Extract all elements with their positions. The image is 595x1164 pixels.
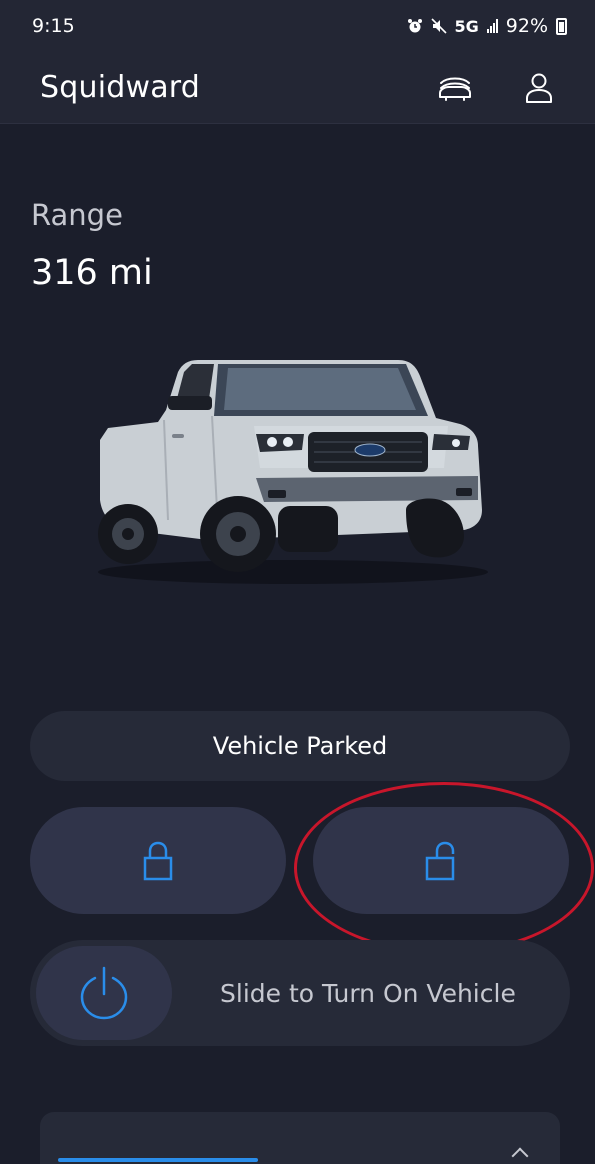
location-card[interactable] — [40, 1112, 560, 1164]
status-bar: 9:15 5G 92% — [0, 0, 595, 52]
alarm-icon — [407, 19, 422, 33]
highlight-circle — [294, 782, 594, 954]
remote-start-slider[interactable]: Slide to Turn On Vehicle — [30, 940, 570, 1046]
chevron-icon — [511, 1147, 529, 1164]
network-type: 5G — [454, 16, 479, 36]
account-icon[interactable] — [521, 70, 557, 106]
location-card-heading-bar — [58, 1158, 258, 1162]
status-indicators: 5G 92% — [407, 15, 567, 37]
mute-icon — [430, 18, 447, 34]
header-actions — [437, 70, 557, 106]
remote-start-label: Slide to Turn On Vehicle — [220, 978, 516, 1008]
battery-icon — [556, 17, 567, 35]
range-value: 316 mi — [31, 253, 153, 293]
vehicle-name: Squidward — [40, 70, 201, 105]
power-icon — [80, 966, 128, 1020]
app-screen: 9:15 5G 92% Squidward Range 316 mi Vehic… — [0, 0, 595, 1164]
lock-button[interactable] — [30, 807, 286, 914]
vehicle-image — [98, 360, 488, 584]
vehicle-status-text: Vehicle Parked — [212, 732, 388, 760]
remote-start-slider-handle[interactable] — [36, 946, 172, 1040]
status-time: 9:15 — [32, 15, 75, 37]
signal-icon — [486, 19, 498, 33]
range-label: Range — [31, 198, 123, 232]
vehicle-status-pill: Vehicle Parked — [30, 711, 570, 781]
battery-level: 92% — [505, 15, 548, 37]
lock-icon — [143, 841, 173, 880]
app-header: Squidward — [0, 52, 595, 124]
vehicle-switcher-icon[interactable] — [437, 70, 473, 106]
vehicle-shadow — [98, 560, 488, 584]
